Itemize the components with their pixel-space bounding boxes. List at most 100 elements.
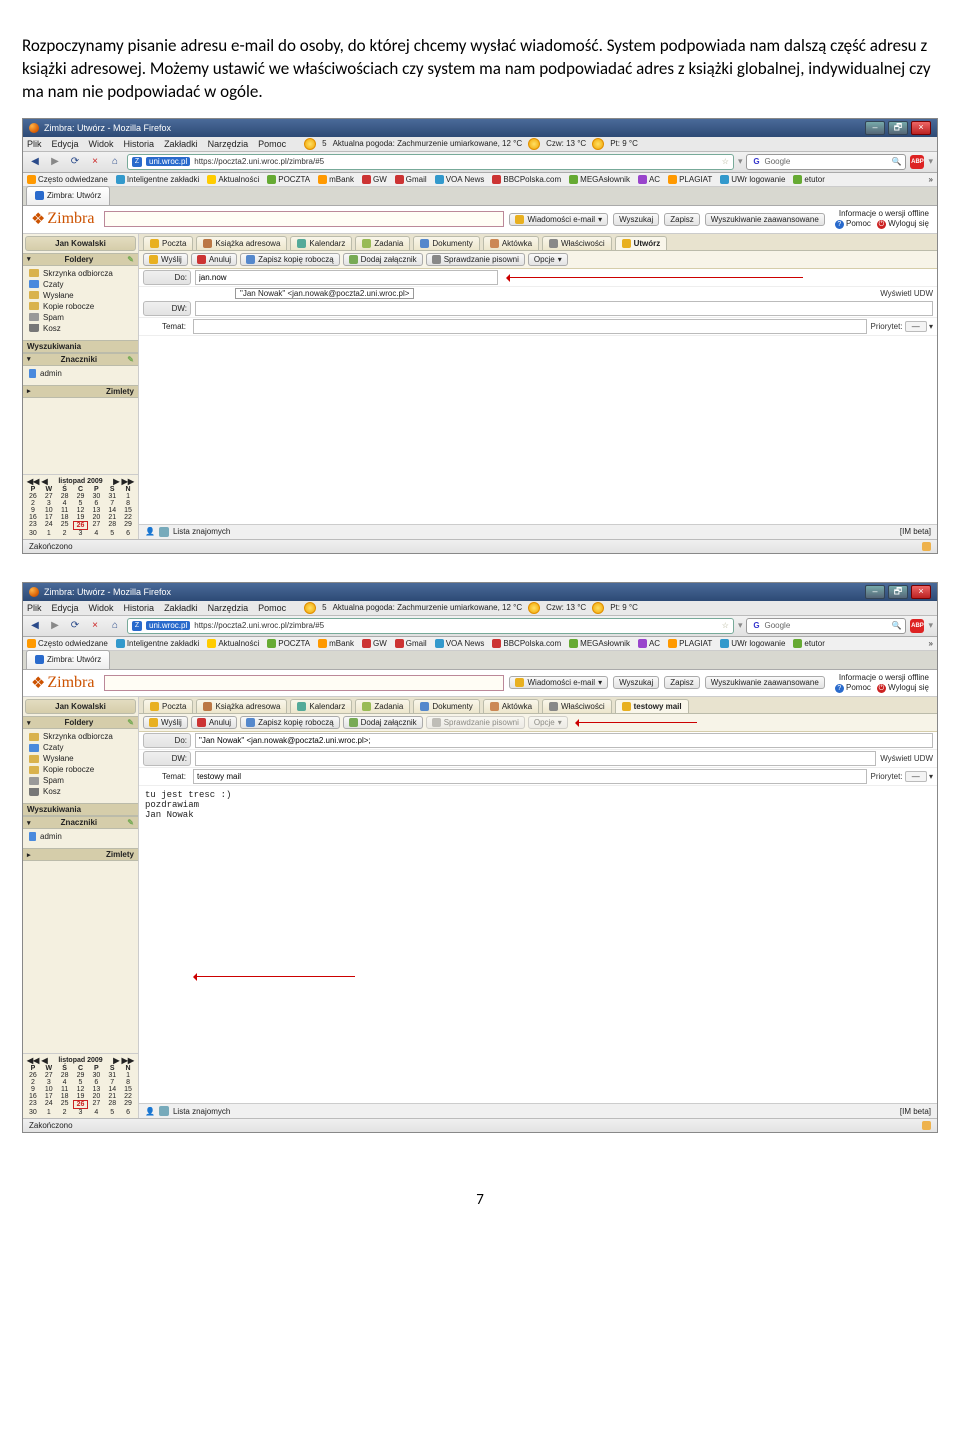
logout-link[interactable]: Wyloguj się bbox=[888, 683, 929, 692]
folders-header[interactable]: ▾Foldery✎ bbox=[23, 716, 138, 729]
bookmark-item[interactable]: BBCPolska.com bbox=[492, 639, 561, 648]
search-type-dropdown[interactable]: Wiadomości e-mail ▾ bbox=[509, 213, 608, 226]
zimlets-header[interactable]: ▸Zimlety bbox=[23, 848, 138, 861]
bookmark-item[interactable]: mBank bbox=[318, 175, 354, 184]
show-bcc-link[interactable]: Wyświetl UDW bbox=[880, 754, 933, 763]
save-search-button[interactable]: Zapisz bbox=[664, 213, 700, 226]
bookmark-item[interactable]: mBank bbox=[318, 639, 354, 648]
show-bcc-link[interactable]: Wyświetl UDW bbox=[880, 289, 933, 298]
offline-info-link[interactable]: Informacje o wersji offline bbox=[835, 209, 929, 219]
menu-tools[interactable]: Narzędzia bbox=[208, 603, 249, 613]
zimlets-header[interactable]: ▸Zimlety bbox=[23, 385, 138, 398]
tag-item[interactable]: admin bbox=[25, 831, 136, 842]
cancel-button[interactable]: Anuluj bbox=[191, 716, 237, 729]
cc-label[interactable]: DW: bbox=[143, 751, 191, 766]
restore-button[interactable]: 🗗 bbox=[888, 585, 908, 599]
close-button[interactable]: × bbox=[911, 121, 931, 135]
folder-trash[interactable]: Kosz bbox=[25, 323, 136, 334]
bookmark-item[interactable]: Gmail bbox=[395, 175, 427, 184]
priority-select[interactable]: — bbox=[905, 771, 927, 782]
tab-compose[interactable]: testowy mail bbox=[615, 699, 689, 713]
bookmark-item[interactable]: Często odwiedzane bbox=[27, 175, 108, 184]
cc-label[interactable]: DW: bbox=[143, 301, 191, 316]
cc-input[interactable] bbox=[195, 301, 933, 316]
folder-drafts[interactable]: Kopie robocze bbox=[25, 301, 136, 312]
bookmark-item[interactable]: Inteligentne zakładki bbox=[116, 175, 200, 184]
folder-chats[interactable]: Czaty bbox=[25, 742, 136, 753]
bookmark-item[interactable]: UWr logowanie bbox=[720, 175, 785, 184]
tab-tasks[interactable]: Zadania bbox=[355, 236, 410, 250]
attach-button[interactable]: Dodaj załącznik bbox=[343, 716, 423, 729]
search-field[interactable]: G Google 🔍 bbox=[746, 154, 906, 170]
adblock-icon[interactable]: ABP bbox=[910, 155, 924, 169]
spellcheck-button[interactable]: Sprawdzanie pisowni bbox=[426, 253, 525, 266]
folder-chats[interactable]: Czaty bbox=[25, 279, 136, 290]
tags-header[interactable]: ▾Znaczniki✎ bbox=[23, 353, 138, 366]
friends-label[interactable]: Lista znajomych bbox=[173, 527, 230, 536]
bookmark-item[interactable]: MEGAsłownik bbox=[569, 175, 630, 184]
bookmark-item[interactable]: POCZTA bbox=[267, 639, 310, 648]
bookmark-item[interactable]: PLAGIAT bbox=[668, 639, 712, 648]
search-button[interactable]: Wyszukaj bbox=[613, 213, 659, 226]
menu-history[interactable]: Historia bbox=[124, 603, 155, 613]
stop-button[interactable]: × bbox=[87, 618, 103, 634]
minimize-button[interactable]: – bbox=[865, 121, 885, 135]
buddy-icon[interactable]: 👤 bbox=[145, 1107, 155, 1116]
menu-help[interactable]: Pomoc bbox=[258, 139, 286, 149]
tab-docs[interactable]: Dokumenty bbox=[413, 236, 479, 250]
menu-edit[interactable]: Edycja bbox=[52, 603, 79, 613]
search-go-icon[interactable]: 🔍 bbox=[892, 621, 902, 630]
cal-next[interactable]: ▶ ▶▶ bbox=[113, 477, 134, 486]
menu-view[interactable]: Widok bbox=[89, 603, 114, 613]
toolbar-overflow-icon[interactable]: ▾ bbox=[928, 620, 933, 631]
bookmark-item[interactable]: VOA News bbox=[435, 175, 485, 184]
savedraft-button[interactable]: Zapisz kopię roboczą bbox=[240, 716, 340, 729]
advanced-search-button[interactable]: Wyszukiwanie zaawansowane bbox=[705, 213, 825, 226]
options-button[interactable]: Opcje ▾ bbox=[528, 716, 568, 729]
zimbra-search-input[interactable] bbox=[104, 211, 504, 227]
tab-contacts[interactable]: Książka adresowa bbox=[196, 699, 287, 713]
bookmark-item[interactable]: MEGAsłownik bbox=[569, 639, 630, 648]
tab-mail[interactable]: Poczta bbox=[143, 236, 193, 250]
home-button[interactable]: ⌂ bbox=[107, 154, 123, 170]
search-field[interactable]: G Google 🔍 bbox=[746, 618, 906, 634]
tags-header[interactable]: ▾Znaczniki✎ bbox=[23, 816, 138, 829]
tab-calendar[interactable]: Kalendarz bbox=[290, 699, 352, 713]
subject-input[interactable] bbox=[193, 319, 867, 334]
bookmark-item[interactable]: AC bbox=[638, 175, 660, 184]
browser-tab[interactable]: Zimbra: Utwórz bbox=[26, 650, 110, 669]
to-label[interactable]: Do: bbox=[143, 733, 191, 748]
adblock-icon[interactable]: ABP bbox=[910, 619, 924, 633]
bookmark-item[interactable]: PLAGIAT bbox=[668, 175, 712, 184]
to-label[interactable]: Do: bbox=[143, 270, 191, 285]
close-button[interactable]: × bbox=[911, 585, 931, 599]
bookmark-item[interactable]: etutor bbox=[793, 175, 824, 184]
search-type-dropdown[interactable]: Wiadomości e-mail ▾ bbox=[509, 676, 608, 689]
save-search-button[interactable]: Zapisz bbox=[664, 676, 700, 689]
menu-view[interactable]: Widok bbox=[89, 139, 114, 149]
options-button[interactable]: Opcje ▾ bbox=[528, 253, 568, 266]
bookmark-item[interactable]: AC bbox=[638, 639, 660, 648]
subject-input[interactable] bbox=[193, 769, 867, 784]
bookmark-item[interactable]: Inteligentne zakładki bbox=[116, 639, 200, 648]
cancel-button[interactable]: Anuluj bbox=[191, 253, 237, 266]
menu-file[interactable]: Plik bbox=[27, 139, 42, 149]
menu-tools[interactable]: Narzędzia bbox=[208, 139, 249, 149]
compose-body[interactable] bbox=[139, 336, 937, 524]
zimbra-search-input[interactable] bbox=[104, 675, 504, 691]
address-bar[interactable]: Z uni.wroc.pl https://poczta2.uni.wroc.p… bbox=[127, 618, 734, 634]
tab-prefs[interactable]: Właściwości bbox=[542, 699, 612, 713]
spellcheck-button[interactable]: Sprawdzanie pisowni bbox=[426, 716, 525, 729]
tag-item[interactable]: admin bbox=[25, 368, 136, 379]
buddy-icon[interactable] bbox=[159, 1106, 169, 1116]
back-button[interactable]: ◀ bbox=[27, 618, 43, 634]
bookmark-item[interactable]: UWr logowanie bbox=[720, 639, 785, 648]
tab-contacts[interactable]: Książka adresowa bbox=[196, 236, 287, 250]
folder-inbox[interactable]: Skrzynka odbiorcza bbox=[25, 731, 136, 742]
bookmark-item[interactable]: Często odwiedzane bbox=[27, 639, 108, 648]
searches-header[interactable]: Wyszukiwania bbox=[23, 803, 138, 816]
new-folder-icon[interactable]: ✎ bbox=[127, 718, 134, 727]
address-suggestion[interactable]: "Jan Nowak" <jan.nowak@poczta2.uni.wroc.… bbox=[235, 288, 414, 299]
bookmark-star-icon[interactable]: ☆ bbox=[722, 621, 729, 630]
browser-tab[interactable]: Zimbra: Utwórz bbox=[26, 186, 110, 205]
